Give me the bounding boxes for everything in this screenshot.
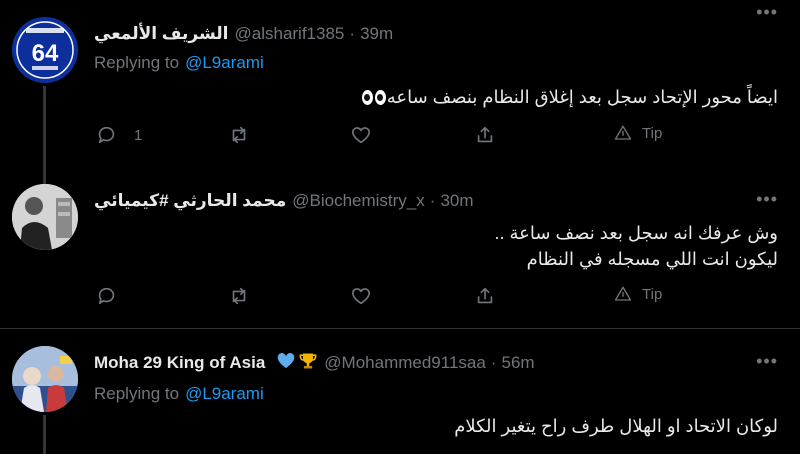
tweet-text-line: ايضاً محور الإتحاد سجل بعد إغلاق النظام … — [386, 87, 778, 107]
reply-count: 1 — [134, 126, 143, 144]
more-options-button[interactable]: ••• — [756, 2, 778, 23]
author-handle[interactable]: @Biochemistry_x — [292, 191, 425, 211]
tip-button[interactable]: Tip — [614, 285, 662, 303]
avatar[interactable]: 64 — [12, 17, 78, 83]
thread-line — [43, 415, 46, 454]
reply-icon — [98, 126, 115, 144]
share-button[interactable] — [474, 285, 496, 307]
replying-to: Replying to @L9arami — [94, 384, 264, 404]
tweet-header: Moha 29 King of Asia @Mohammed911saa · 5… — [94, 350, 535, 376]
replying-to-label: Replying to — [94, 53, 180, 72]
reply-button[interactable]: 1 — [96, 124, 142, 146]
more-horizontal-icon: ••• — [756, 351, 778, 371]
author-name[interactable]: محمد الحارثي #كيميائي — [94, 191, 286, 211]
retweet-icon — [232, 126, 246, 144]
separator-dot: · — [490, 353, 497, 372]
replying-to: Replying to @L9arami — [94, 53, 264, 73]
share-button[interactable] — [474, 124, 496, 146]
tweet-text: وش عرفك انه سجل بعد نصف ساعة .. ليكون ان… — [495, 220, 778, 272]
more-options-button[interactable]: ••• — [756, 351, 778, 372]
retweet-button[interactable] — [228, 285, 250, 307]
tip-icon — [614, 125, 632, 140]
tweet-header: محمد الحارثي #كيميائي @Biochemistry_x · … — [94, 188, 474, 214]
tweet-actions: Tip — [94, 285, 694, 315]
author-handle[interactable]: @alsharif1385 — [235, 24, 345, 44]
avatar[interactable] — [12, 346, 78, 412]
avatar-number: 64 — [32, 40, 59, 67]
tweet-text: لوكان الاتحاد او الهلال طرف راح يتغير ال… — [454, 413, 778, 439]
retweet-icon — [232, 287, 246, 305]
more-options-button[interactable]: ••• — [756, 189, 778, 210]
tweet-actions: 1 Tip — [94, 124, 694, 154]
retweet-button[interactable] — [228, 124, 250, 146]
timestamp[interactable]: 39m — [360, 24, 393, 44]
tip-button[interactable]: Tip — [614, 124, 662, 142]
tweet-3[interactable]: Moha 29 King of Asia @Mohammed911saa · 5… — [0, 329, 800, 454]
more-horizontal-icon: ••• — [756, 2, 778, 22]
heart-icon — [351, 127, 371, 144]
tweet-text-line: ليكون انت اللي مسجله في النظام — [526, 249, 778, 269]
blue-heart-icon — [277, 352, 295, 374]
tweet-header: الشريف الألمعي @alsharif1385 · 39m — [94, 21, 393, 47]
timestamp[interactable]: 56m — [501, 353, 534, 373]
more-horizontal-icon: ••• — [756, 189, 778, 209]
thread-line — [43, 165, 46, 184]
author-name[interactable]: الشريف الألمعي — [94, 24, 229, 44]
share-icon — [477, 126, 493, 143]
tweet-2[interactable]: محمد الحارثي #كيميائي @Biochemistry_x · … — [0, 165, 800, 327]
like-button[interactable] — [350, 124, 372, 146]
tip-label: Tip — [642, 285, 663, 303]
replying-to-mention[interactable]: @L9arami — [185, 53, 264, 72]
author-name[interactable]: Moha 29 King of Asia — [94, 353, 265, 373]
avatar-image — [12, 346, 78, 412]
avatar-image: 64 — [12, 17, 78, 83]
like-button[interactable] — [350, 285, 372, 307]
reply-button[interactable] — [96, 285, 118, 307]
replying-to-mention[interactable]: @L9arami — [185, 384, 264, 403]
timestamp[interactable]: 30m — [440, 191, 473, 211]
heart-icon — [351, 288, 371, 305]
trophy-icon — [298, 351, 318, 376]
reply-icon — [98, 287, 115, 305]
thread-line — [43, 86, 46, 165]
tip-icon — [614, 286, 632, 301]
avatar-image — [12, 184, 78, 250]
separator-dot: · — [349, 24, 356, 43]
tip-label: Tip — [642, 124, 663, 142]
separator-dot: · — [429, 191, 436, 210]
avatar[interactable] — [12, 184, 78, 250]
tweet-1[interactable]: 64 الشريف الألمعي @alsharif1385 · 39m ••… — [0, 0, 800, 165]
share-icon — [477, 287, 493, 304]
tweet-text-line: وش عرفك انه سجل بعد نصف ساعة .. — [494, 223, 778, 243]
author-handle[interactable]: @Mohammed911saa — [324, 353, 486, 373]
replying-to-label: Replying to — [94, 384, 180, 403]
tweet-text: ايضاً محور الإتحاد سجل بعد إغلاق النظام … — [355, 84, 778, 110]
eyes-emoji-icon — [361, 84, 387, 110]
tweet-text-line: لوكان الاتحاد او الهلال طرف راح يتغير ال… — [454, 416, 778, 436]
